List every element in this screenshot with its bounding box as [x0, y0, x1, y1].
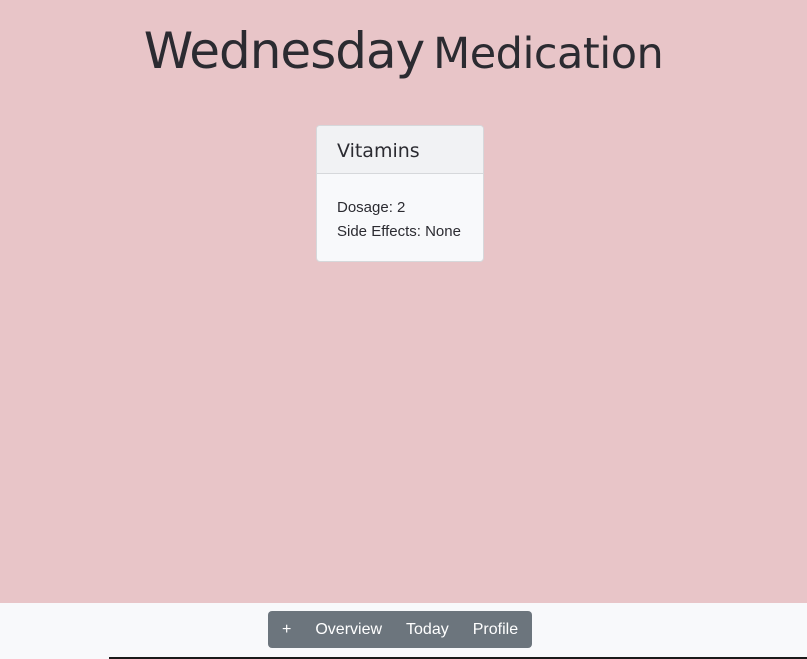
medication-side-effects: Side Effects: None — [337, 223, 461, 240]
medication-dosage: Dosage: 2 — [337, 199, 406, 216]
page-title: Wednesday Medication — [0, 22, 807, 80]
overview-button[interactable]: Overview — [303, 611, 394, 648]
profile-button[interactable]: Profile — [461, 611, 530, 648]
add-medication-button[interactable]: + — [268, 611, 303, 648]
medication-card-header: Vitamins — [317, 126, 483, 174]
bottom-nav: + Overview Today Profile — [268, 611, 532, 648]
today-button[interactable]: Today — [394, 611, 461, 648]
page-title-day: Wednesday — [143, 22, 425, 80]
page-title-word: Medication — [433, 29, 664, 79]
medication-card-body: Dosage: 2 Side Effects: None — [317, 174, 483, 244]
medication-card: Vitamins Dosage: 2 Side Effects: None — [316, 125, 484, 262]
